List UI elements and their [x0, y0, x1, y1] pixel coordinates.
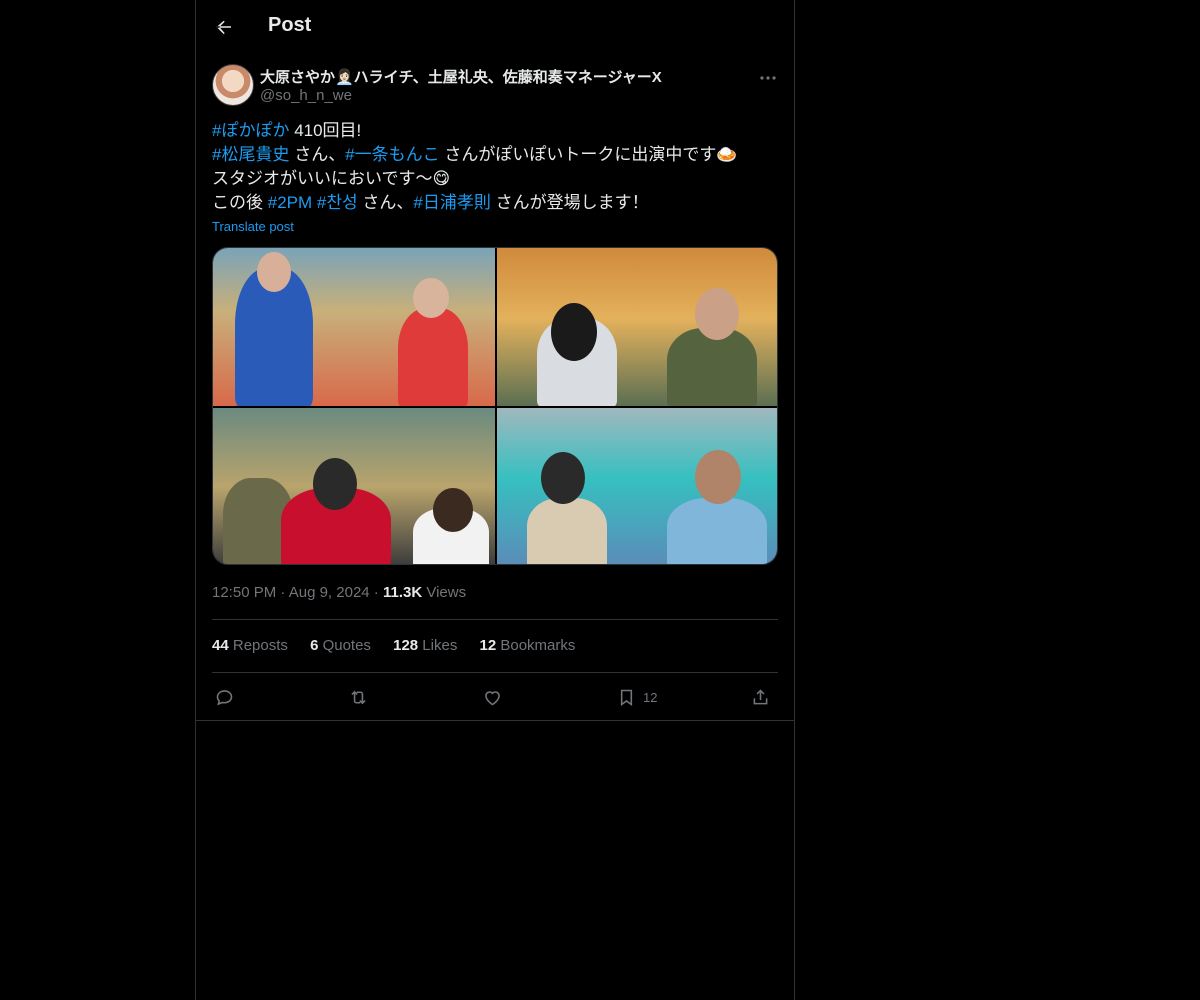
header: Post	[196, 0, 794, 54]
post-text-span: さん、	[289, 145, 346, 164]
hashtag-link[interactable]: #ぽかぽか	[212, 121, 289, 140]
likes-label: Likes	[418, 637, 458, 654]
display-name[interactable]: 大原さやか👩🏻‍💼ハライチ、土屋礼央、佐藤和奏マネージャーX	[260, 66, 662, 87]
translate-post-link[interactable]: Translate post	[212, 219, 294, 234]
post-text-span: さん、	[357, 193, 414, 212]
reposts-label: Reposts	[228, 637, 288, 654]
media-grid	[212, 247, 778, 565]
hashtag-link[interactable]: #2PM	[268, 193, 312, 212]
author-row: 大原さやか👩🏻‍💼ハライチ、土屋礼央、佐藤和奏マネージャーX @so_h_n_w…	[212, 64, 778, 108]
action-bar: 12	[212, 684, 778, 712]
quotes-label: Quotes	[318, 637, 371, 654]
post-text-span: この後	[212, 193, 268, 212]
hashtag-link[interactable]: #찬성	[317, 193, 358, 212]
post-text-span: さんが登場します！	[490, 193, 649, 212]
like-button[interactable]	[482, 686, 503, 708]
share-icon	[753, 688, 768, 704]
photo-3[interactable]	[213, 408, 495, 564]
share-button[interactable]	[750, 686, 771, 708]
post-text-span: さんがぽいぽいトークに出演中です🍛	[439, 145, 738, 164]
hashtag-link[interactable]: #松尾貴史	[212, 145, 289, 164]
post-text-span: 410回目!	[289, 121, 362, 140]
bookmarks-count: 12	[479, 637, 497, 654]
photo-4[interactable]	[497, 408, 777, 564]
divider	[212, 672, 778, 673]
hashtag-link[interactable]: #一条もんこ	[345, 145, 439, 164]
bookmark-icon	[620, 689, 633, 706]
repost-icon	[351, 690, 366, 704]
divider	[212, 619, 778, 620]
like-icon	[485, 690, 500, 705]
quotes-stat[interactable]: 6 Quotes	[310, 637, 371, 654]
post-line-3: スタジオがいいにおいです〜😋	[212, 167, 778, 191]
views-count: 11.3K	[382, 584, 423, 601]
page-title: Post	[268, 14, 312, 36]
post-column: Post 大原さやか👩🏻‍💼ハライチ、土屋礼央、佐藤和奏マネージャーX @so_…	[195, 0, 795, 1000]
post-line-4: この後 #2PM #찬성 さん、#日浦孝則 さんが登場します！	[212, 191, 778, 215]
post-line-1: #ぽかぽか 410回目!	[212, 119, 778, 143]
reposts-stat[interactable]: 44 Reposts	[212, 637, 288, 654]
hashtag-link[interactable]: #日浦孝則	[413, 193, 490, 212]
more-icon[interactable]	[758, 68, 778, 88]
bookmarks-stat[interactable]: 12 Bookmarks	[480, 637, 576, 654]
photo-1[interactable]	[213, 248, 495, 406]
likes-stat[interactable]: 128 Likes	[393, 637, 457, 654]
post-time[interactable]: 12:50 PM	[212, 584, 276, 601]
reply-icon	[216, 689, 233, 705]
reposts-count: 44	[212, 637, 229, 654]
likes-count: 128	[393, 637, 419, 654]
meta-separator: ·	[276, 584, 289, 601]
post-date[interactable]: Aug 9, 2024	[289, 584, 370, 601]
post-meta: 12:50 PM · Aug 9, 2024 · 11.3K Views	[212, 584, 466, 601]
post-text: #ぽかぽか 410回目! #松尾貴史 さん、#一条もんこ さんがぽいぽいトークに…	[212, 119, 778, 215]
user-handle[interactable]: @so_h_n_we	[260, 87, 352, 104]
bookmarks-label: Bookmarks	[496, 637, 576, 654]
post-stats: 44 Reposts 6 Quotes 128 Likes 12 Bookmar…	[212, 637, 593, 654]
bookmark-count: 12	[643, 689, 658, 705]
post-line-2: #松尾貴史 さん、#一条もんこ さんがぽいぽいトークに出演中です🍛	[212, 143, 778, 167]
divider	[196, 720, 794, 721]
views-label: Views	[422, 584, 467, 601]
photo-2[interactable]	[497, 248, 777, 406]
avatar[interactable]	[212, 64, 254, 106]
post-text-span: スタジオがいいにおいです〜😋	[212, 169, 451, 188]
repost-button[interactable]	[348, 686, 369, 708]
reply-button[interactable]	[214, 686, 235, 708]
bookmark-button[interactable]: 12	[616, 686, 657, 708]
back-arrow-icon[interactable]	[212, 15, 236, 39]
meta-separator: ·	[369, 584, 383, 601]
